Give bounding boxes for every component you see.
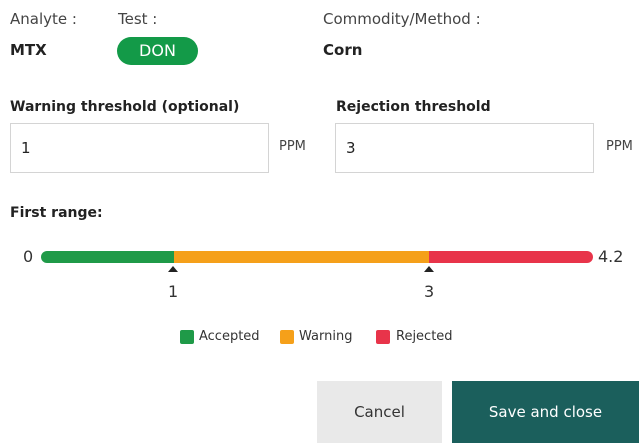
warning-marker-label: 1 bbox=[168, 282, 179, 301]
rejection-marker-label: 3 bbox=[424, 282, 435, 301]
legend-rejected-label: Rejected bbox=[396, 329, 453, 344]
analyte-value: MTX bbox=[10, 41, 47, 59]
cancel-button[interactable]: Cancel bbox=[317, 381, 442, 443]
range-max-label: 4.2 bbox=[598, 247, 624, 266]
range-segment-accepted bbox=[41, 251, 176, 263]
commodity-value: Corn bbox=[323, 41, 363, 59]
warning-unit: PPM bbox=[279, 139, 306, 154]
rejection-threshold-input[interactable] bbox=[335, 123, 594, 173]
rejection-marker-icon bbox=[424, 266, 434, 272]
legend-warning-swatch bbox=[280, 330, 294, 344]
test-label: Test : bbox=[118, 10, 158, 28]
legend-warning-label: Warning bbox=[299, 329, 353, 344]
legend-rejected-swatch bbox=[376, 330, 390, 344]
first-range-title: First range: bbox=[10, 205, 103, 221]
legend-accepted-swatch bbox=[180, 330, 194, 344]
rejection-unit: PPM bbox=[606, 139, 633, 154]
warning-marker-icon bbox=[168, 266, 178, 272]
range-min-label: 0 bbox=[23, 247, 34, 266]
test-badge: DON bbox=[117, 37, 198, 65]
range-segment-warning bbox=[174, 251, 429, 263]
analyte-label: Analyte : bbox=[10, 10, 77, 28]
warning-threshold-label: Warning threshold (optional) bbox=[10, 99, 240, 115]
rejection-threshold-label: Rejection threshold bbox=[336, 99, 491, 115]
save-and-close-button[interactable]: Save and close bbox=[452, 381, 639, 443]
commodity-label: Commodity/Method : bbox=[323, 10, 481, 28]
range-segment-rejected bbox=[429, 251, 593, 263]
legend-accepted-label: Accepted bbox=[199, 329, 260, 344]
warning-threshold-input[interactable] bbox=[10, 123, 269, 173]
